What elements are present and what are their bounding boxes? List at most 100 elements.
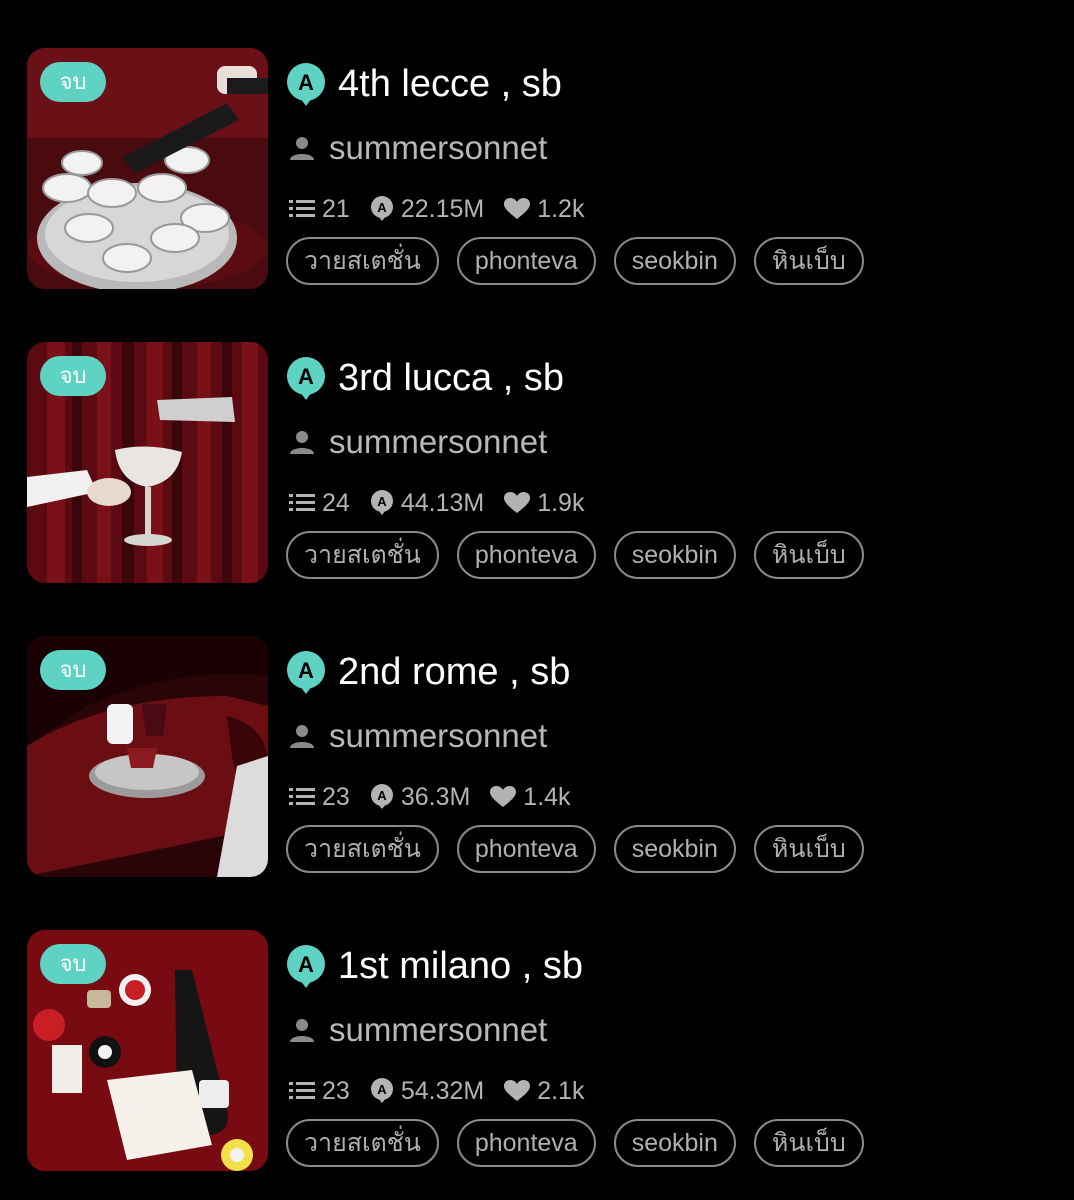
story-cover-image[interactable]: จบ <box>27 342 268 583</box>
app-a-logo-icon: A <box>287 651 325 694</box>
story-title[interactable]: 3rd lucca , sb <box>338 357 564 400</box>
tag-list: วายสเตชั่น phonteva seokbin หินเบ็บ <box>286 824 882 874</box>
tag-list: วายสเตชั่น phonteva seokbin หินเบ็บ <box>286 1118 882 1168</box>
tag-list: วายสเตชั่น phonteva seokbin หินเบ็บ <box>286 530 882 580</box>
story-item[interactable]: จบ A 4th lecce , sb summersonnet 21 A 22… <box>0 48 1074 308</box>
list-icon <box>289 788 315 805</box>
svg-text:A: A <box>298 658 314 683</box>
likes-count: 1.2k <box>537 194 585 223</box>
list-icon <box>289 494 315 511</box>
views-stat: A 36.3M <box>370 783 470 812</box>
views-count: 22.15M <box>400 194 485 223</box>
list-icon <box>289 1082 315 1099</box>
story-cover-image[interactable]: จบ <box>27 636 268 877</box>
title-row[interactable]: A 1st milano , sb <box>286 944 583 988</box>
views-a-icon: A <box>370 1078 393 1103</box>
views-count: 54.32M <box>400 1076 485 1105</box>
views-stat: A 54.32M <box>370 1077 484 1106</box>
complete-badge: จบ <box>40 62 106 102</box>
stats-row: 23 A 36.3M 1.4k <box>289 782 591 812</box>
stats-row: 24 A 44.13M 1.9k <box>289 488 604 518</box>
svg-text:A: A <box>377 1082 387 1097</box>
story-item[interactable]: จบ A 1st milano , sb summersonnet 23 A 5… <box>0 930 1074 1190</box>
author-row[interactable]: summersonnet <box>289 1010 547 1050</box>
tag-chip[interactable]: วายสเตชั่น <box>286 825 439 873</box>
likes-stat: 2.1k <box>504 1077 584 1106</box>
story-item[interactable]: จบ A 3rd lucca , sb summersonnet 24 A 44… <box>0 342 1074 602</box>
story-item[interactable]: จบ A 2nd rome , sb summersonnet 23 A 36.… <box>0 636 1074 896</box>
story-title[interactable]: 1st milano , sb <box>338 945 583 988</box>
svg-text:A: A <box>298 364 314 389</box>
heart-icon <box>504 198 531 219</box>
likes-count: 1.4k <box>523 782 571 811</box>
list-icon <box>289 200 315 217</box>
tag-chip[interactable]: หินเบ็บ <box>753 237 864 285</box>
heart-icon <box>504 492 531 513</box>
complete-badge: จบ <box>40 944 106 984</box>
title-row[interactable]: A 4th lecce , sb <box>286 62 562 106</box>
title-row[interactable]: A 2nd rome , sb <box>286 650 570 694</box>
app-a-logo-icon: A <box>287 945 325 988</box>
author-name[interactable]: summersonnet <box>329 423 547 461</box>
tag-chip[interactable]: วายสเตชั่น <box>286 237 439 285</box>
chapters-count: 23 <box>322 1076 350 1105</box>
chapters-stat: 24 <box>289 489 350 518</box>
tag-chip[interactable]: phonteva <box>456 531 596 579</box>
tag-chip[interactable]: phonteva <box>456 237 596 285</box>
chapters-stat: 23 <box>289 783 350 812</box>
tag-chip[interactable]: seokbin <box>613 531 736 579</box>
likes-stat: 1.9k <box>504 489 584 518</box>
views-a-icon: A <box>370 490 393 515</box>
views-stat: A 22.15M <box>370 195 484 224</box>
views-stat: A 44.13M <box>370 489 484 518</box>
tag-chip[interactable]: seokbin <box>613 825 736 873</box>
app-a-logo-icon: A <box>287 357 325 400</box>
author-name[interactable]: summersonnet <box>329 129 547 167</box>
complete-badge: จบ <box>40 356 106 396</box>
tag-chip[interactable]: seokbin <box>613 1119 736 1167</box>
views-count: 36.3M <box>400 782 471 811</box>
story-cover-image[interactable]: จบ <box>27 48 268 289</box>
story-title[interactable]: 2nd rome , sb <box>338 651 570 694</box>
likes-count: 2.1k <box>537 1076 585 1105</box>
story-cover-image[interactable]: จบ <box>27 930 268 1171</box>
tag-chip[interactable]: วายสเตชั่น <box>286 1119 439 1167</box>
tag-chip[interactable]: หินเบ็บ <box>753 1119 864 1167</box>
user-icon <box>290 725 314 748</box>
svg-text:A: A <box>377 494 387 509</box>
stats-row: 21 A 22.15M 1.2k <box>289 194 604 224</box>
complete-badge: จบ <box>40 650 106 690</box>
likes-stat: 1.2k <box>504 195 584 224</box>
svg-text:A: A <box>298 952 314 977</box>
views-a-icon: A <box>370 196 393 221</box>
tag-chip[interactable]: หินเบ็บ <box>753 531 864 579</box>
chapters-count: 21 <box>322 194 350 223</box>
tag-chip[interactable]: วายสเตชั่น <box>286 531 439 579</box>
author-name[interactable]: summersonnet <box>329 717 547 755</box>
views-count: 44.13M <box>400 488 485 517</box>
author-row[interactable]: summersonnet <box>289 128 547 168</box>
author-row[interactable]: summersonnet <box>289 716 547 756</box>
svg-text:A: A <box>377 788 387 803</box>
tag-chip[interactable]: phonteva <box>456 1119 596 1167</box>
tag-chip[interactable]: seokbin <box>613 237 736 285</box>
chapters-stat: 23 <box>289 1077 350 1106</box>
likes-stat: 1.4k <box>490 782 571 812</box>
stats-row: 23 A 54.32M 2.1k <box>289 1076 604 1106</box>
author-name[interactable]: summersonnet <box>329 1011 547 1049</box>
heart-icon <box>490 786 517 807</box>
story-title[interactable]: 4th lecce , sb <box>338 63 562 106</box>
tag-chip[interactable]: หินเบ็บ <box>753 825 864 873</box>
tag-chip[interactable]: phonteva <box>456 825 596 873</box>
svg-text:A: A <box>377 200 387 215</box>
user-icon <box>290 431 314 454</box>
author-row[interactable]: summersonnet <box>289 422 547 462</box>
tag-list: วายสเตชั่น phonteva seokbin หินเบ็บ <box>286 236 882 286</box>
chapters-count: 24 <box>322 488 350 517</box>
heart-icon <box>504 1080 531 1101</box>
story-list: จบ A 4th lecce , sb summersonnet 21 A 22… <box>0 0 1074 1200</box>
chapters-stat: 21 <box>289 195 350 224</box>
title-row[interactable]: A 3rd lucca , sb <box>286 356 564 400</box>
user-icon <box>290 1019 314 1042</box>
views-a-icon: A <box>370 784 393 809</box>
